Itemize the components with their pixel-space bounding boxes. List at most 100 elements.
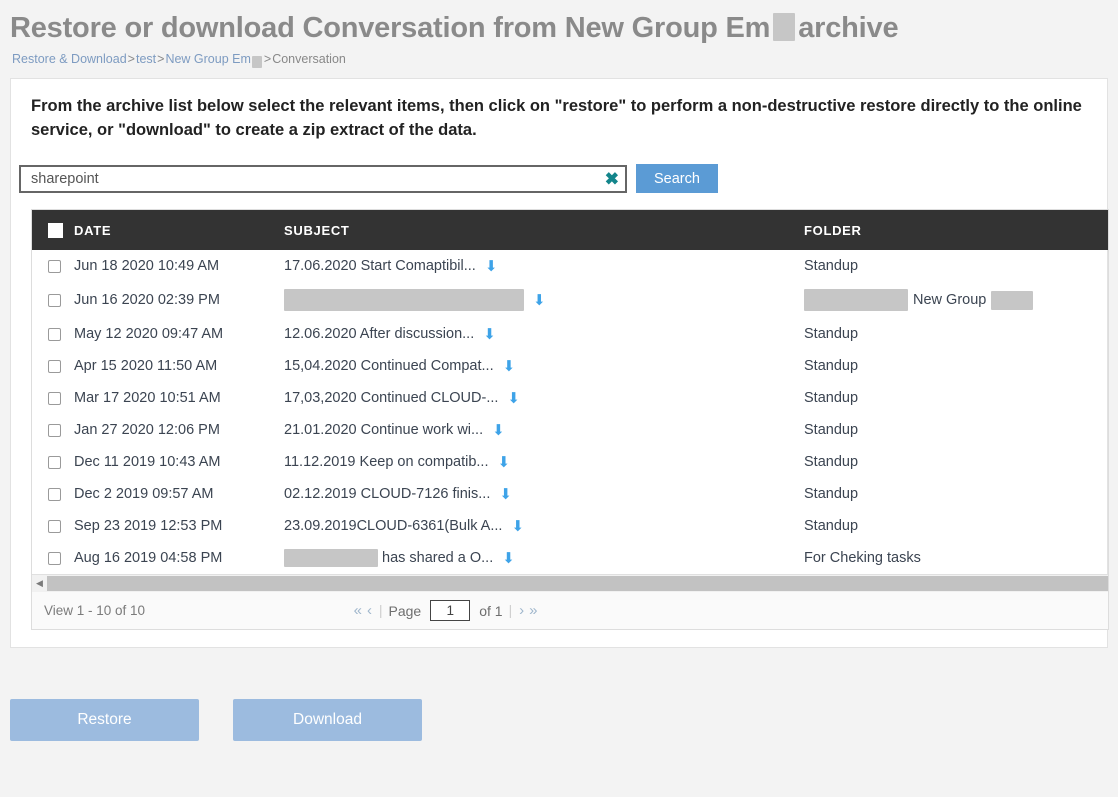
cell-subject: ⬇ [284,282,804,318]
cell-date: Aug 16 2019 04:58 PM [74,550,223,567]
close-icon[interactable]: ✖ [605,170,619,187]
cell-date: Jan 27 2020 12:06 PM [74,422,220,439]
cell-date: Sep 23 2019 12:53 PM [74,518,223,535]
pager-divider-right: | [508,603,513,619]
row-checkbox-cell [32,510,74,542]
page-number-input[interactable] [430,600,471,622]
cell-folder-text: Standup [804,358,859,375]
cell-subject-text: 15,04.2020 Continued Compat... [284,358,494,375]
search-wrap: ✖ [19,164,627,193]
download-arrow-icon[interactable]: ⬇ [507,391,520,406]
archive-table-body: Jun 18 2020 10:49 AM 17.06.2020 Start Com… [32,250,1108,574]
redacted-block-title [773,13,796,42]
scrollbar-thumb[interactable] [47,576,1108,592]
row-checkbox-cell [32,282,74,318]
download-arrow-icon[interactable]: ⬇ [483,327,496,342]
cell-subject-text: has shared a O... [382,550,494,567]
pagination: « ‹ | Page of 1 | › » [145,600,1096,622]
breadcrumb-item-test[interactable]: test [136,52,156,66]
action-buttons: Restore Download [10,699,1108,742]
cell-folder-text: Standup [804,486,859,503]
table-row[interactable]: Jun 16 2020 02:39 PM ⬇ New Group [32,282,1108,318]
cell-folder-text: For Cheking tasks [804,550,921,567]
download-arrow-icon[interactable]: ⬇ [511,519,524,534]
redacted-block-folder-left [804,289,908,312]
cell-subject-text: 11.12.2019 Keep on compatib... [284,454,489,471]
row-checkbox[interactable] [48,551,61,565]
breadcrumb-item-restore-download[interactable]: Restore & Download [12,52,127,66]
download-arrow-icon[interactable]: ⬇ [503,359,516,374]
cell-folder: Standup [804,478,1108,510]
table-row[interactable]: Dec 11 2019 10:43 AM 11.12.2019 Keep on c… [32,446,1108,478]
horizontal-scrollbar[interactable]: ◀ [32,574,1108,593]
row-checkbox[interactable] [48,487,61,501]
page-header: Restore or download Conversation from Ne… [0,0,1118,69]
cell-subject: 17,03,2020 Continued CLOUD-... ⬇ [284,382,804,414]
row-checkbox[interactable] [48,359,61,373]
download-arrow-icon[interactable]: ⬇ [502,551,515,566]
table-row[interactable]: Jun 18 2020 10:49 AM 17.06.2020 Start Com… [32,250,1108,282]
table-footer: View 1 - 10 of 10 « ‹ | Page of 1 | › » [31,592,1109,631]
row-checkbox[interactable] [48,327,61,341]
cell-subject-text: 17,03,2020 Continued CLOUD-... [284,390,499,407]
first-page-icon[interactable]: « [353,602,363,619]
row-checkbox[interactable] [48,391,61,405]
table-row[interactable]: Aug 16 2019 04:58 PM has shared a O... ⬇ Fo… [32,542,1108,574]
cell-folder: Standup [804,414,1108,446]
scroll-left-arrow-icon[interactable]: ◀ [32,576,47,591]
table-row[interactable]: Dec 2 2019 09:57 AM 02.12.2019 CLOUD-7126… [32,478,1108,510]
cell-folder: Standup [804,382,1108,414]
cell-date: Mar 17 2020 10:51 AM [74,390,221,407]
select-all-checkbox[interactable] [48,223,63,239]
breadcrumb: Restore & Download>test>New Group Em >Con… [12,52,1108,69]
row-checkbox-cell [32,414,74,446]
row-checkbox[interactable] [48,423,61,437]
search-button[interactable]: Search [636,164,718,194]
row-checkbox-cell [32,382,74,414]
table-row[interactable]: Apr 15 2020 11:50 AM 15,04.2020 Continued… [32,350,1108,382]
search-row: ✖ Search [9,142,1107,194]
row-checkbox[interactable] [48,293,61,307]
cell-subject-text: 02.12.2019 CLOUD-7126 finis... [284,486,491,503]
download-arrow-icon[interactable]: ⬇ [533,293,546,308]
table-row[interactable]: Jan 27 2020 12:06 PM 21.01.2020 Continue … [32,414,1108,446]
row-checkbox[interactable] [48,455,61,469]
column-header-folder[interactable]: FOLDER [804,210,1108,251]
page-total-label: of 1 [479,602,503,619]
cell-folder-text: Standup [804,390,859,407]
cell-subject: 11.12.2019 Keep on compatib... ⬇ [284,446,804,478]
page-title-text-before: Restore or download Conversation from Ne… [10,12,771,44]
main-card: From the archive list below select the r… [9,78,1109,649]
row-checkbox[interactable] [48,519,61,533]
row-checkbox-cell [32,350,74,382]
table-row[interactable]: Mar 17 2020 10:51 AM 17,03,2020 Continued… [32,382,1108,414]
restore-button[interactable]: Restore [10,699,199,742]
breadcrumb-item-new-group[interactable]: New Group Em [165,52,250,66]
cell-date: Dec 2 2019 09:57 AM [74,486,214,503]
cell-folder: New Group [804,282,1108,318]
next-page-icon[interactable]: › [518,602,525,619]
breadcrumb-separator-1: > [127,52,135,67]
table-row[interactable]: May 12 2020 09:47 AM 12.06.2020 After dis… [32,318,1108,350]
column-header-subject[interactable]: SUBJECT [284,210,804,251]
download-button[interactable]: Download [233,699,422,742]
archive-table: DATE SUBJECT FOLDER Jun 18 2020 10:49 AM… [32,210,1108,574]
row-checkbox[interactable] [48,259,61,273]
cell-folder: Standup [804,510,1108,542]
prev-page-icon[interactable]: ‹ [366,602,373,619]
row-checkbox-cell [32,318,74,350]
last-page-icon[interactable]: » [528,602,538,619]
cell-subject-text: 12.06.2020 After discussion... [284,326,475,343]
download-arrow-icon[interactable]: ⬇ [492,423,505,438]
view-count-label: View 1 - 10 of 10 [44,603,146,619]
cell-subject: 12.06.2020 After discussion... ⬇ [284,318,804,350]
row-checkbox-cell [32,542,74,574]
redacted-block-subject [284,549,378,568]
download-arrow-icon[interactable]: ⬇ [499,487,512,502]
table-row[interactable]: Sep 23 2019 12:53 PM 23.09.2019CLOUD-6361… [32,510,1108,542]
column-header-date[interactable]: DATE [74,210,284,251]
search-input[interactable] [19,164,627,193]
download-arrow-icon[interactable]: ⬇ [485,259,498,274]
download-arrow-icon[interactable]: ⬇ [498,455,511,470]
page-title-text-after: archive [798,12,899,44]
